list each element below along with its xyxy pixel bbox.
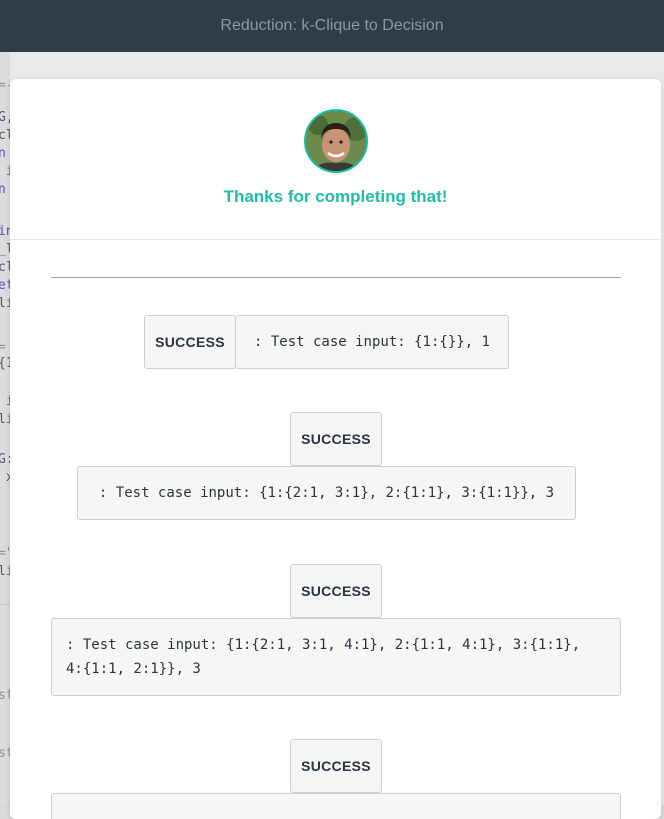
test-case-result — [51, 793, 621, 819]
test-case-result: : Test case input: {1:{2:1, 3:1}, 2:{1:1… — [77, 466, 576, 520]
code-fragment: = — [0, 340, 6, 355]
code-fragment: n — [0, 146, 6, 161]
code-fragment: n — [0, 182, 6, 197]
instructor-avatar — [304, 109, 368, 173]
success-badge: SUCCESS — [290, 564, 382, 618]
page-title: Reduction: k-Clique to Decision — [220, 17, 444, 34]
top-bar: Reduction: k-Clique to Decision — [0, 0, 664, 52]
success-badge: SUCCESS — [144, 315, 236, 369]
modal-header: Thanks for completing that! — [10, 79, 661, 240]
test-case-result: : Test case input: {1:{}}, 1 — [235, 315, 509, 369]
success-badge: SUCCESS — [290, 739, 382, 793]
completion-modal: Thanks for completing that! SUCCESS : Te… — [10, 79, 661, 819]
divider — [51, 277, 621, 278]
completion-message: Thanks for completing that! — [223, 187, 448, 206]
success-badge: SUCCESS — [290, 412, 382, 466]
test-case-result: : Test case input: {1:{2:1, 3:1, 4:1}, 2… — [51, 618, 621, 696]
avatar-photo — [306, 111, 366, 171]
